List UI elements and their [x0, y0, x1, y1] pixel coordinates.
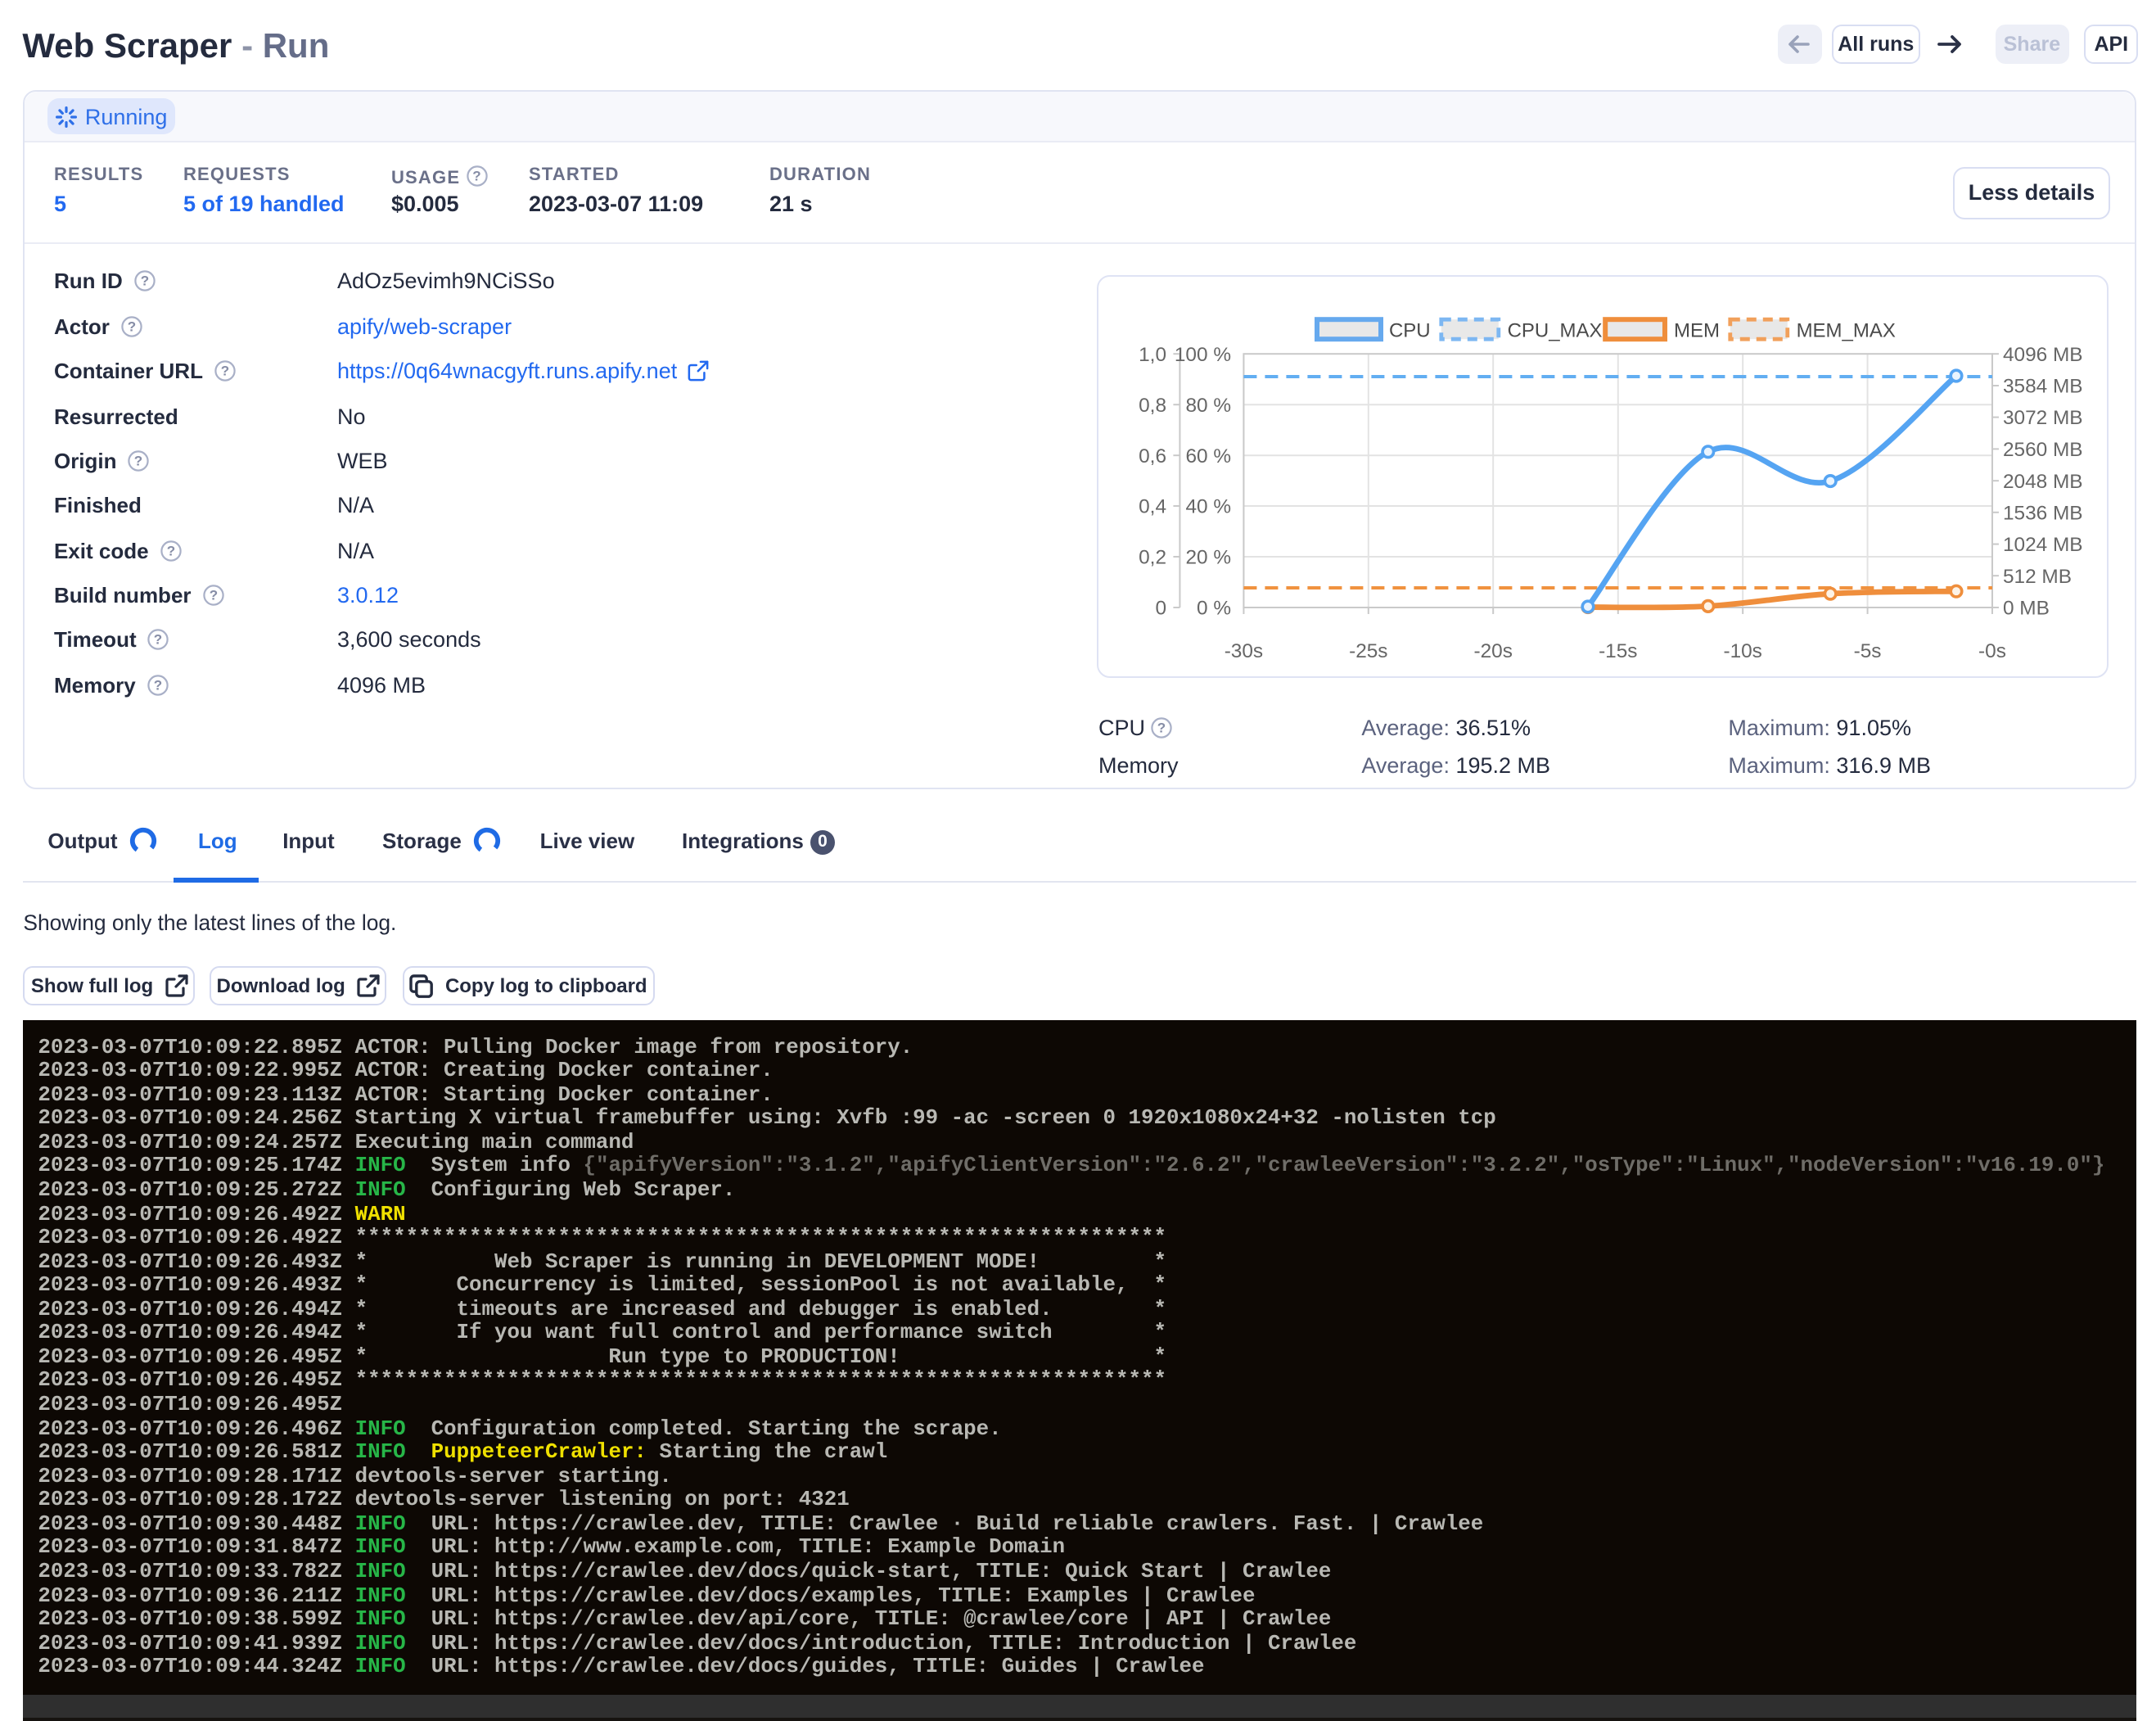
- svg-text:?: ?: [154, 632, 162, 648]
- svg-text:4096 MB: 4096 MB: [2003, 344, 2083, 366]
- svg-text:-25s: -25s: [1349, 641, 1387, 663]
- svg-text:-20s: -20s: [1473, 641, 1512, 663]
- svg-text:512 MB: 512 MB: [2003, 566, 2072, 588]
- svg-text:?: ?: [209, 588, 217, 603]
- svg-text:?: ?: [1157, 720, 1166, 736]
- svg-text:?: ?: [134, 453, 142, 468]
- svg-text:?: ?: [141, 274, 149, 290]
- svg-text:0 MB: 0 MB: [2003, 598, 2050, 620]
- svg-text:0,8: 0,8: [1139, 395, 1166, 417]
- svg-text:1536 MB: 1536 MB: [2003, 503, 2083, 525]
- svg-text:2048 MB: 2048 MB: [2003, 471, 2083, 493]
- svg-text:80 %: 80 %: [1185, 395, 1231, 417]
- svg-text:100 %: 100 %: [1175, 344, 1231, 366]
- svg-text:?: ?: [166, 543, 174, 558]
- svg-text:0,2: 0,2: [1139, 547, 1166, 569]
- svg-text:-10s: -10s: [1723, 641, 1761, 663]
- svg-text:-5s: -5s: [1854, 641, 1882, 663]
- svg-text:?: ?: [153, 677, 161, 693]
- svg-text:-30s: -30s: [1225, 641, 1263, 663]
- svg-text:MEM: MEM: [1674, 320, 1720, 342]
- svg-text:MEM_MAX: MEM_MAX: [1797, 320, 1896, 342]
- svg-text:-15s: -15s: [1599, 641, 1637, 663]
- svg-text:3584 MB: 3584 MB: [2003, 376, 2083, 398]
- svg-text:20 %: 20 %: [1185, 547, 1231, 569]
- svg-text:40 %: 40 %: [1185, 496, 1231, 518]
- svg-text:?: ?: [472, 169, 482, 184]
- svg-text:1024 MB: 1024 MB: [2003, 535, 2083, 557]
- svg-text:?: ?: [221, 364, 229, 379]
- svg-text:CPU: CPU: [1389, 320, 1431, 342]
- svg-text:60 %: 60 %: [1185, 445, 1231, 468]
- svg-text:0: 0: [1155, 598, 1166, 620]
- svg-text:2560 MB: 2560 MB: [2003, 440, 2083, 462]
- svg-text:-0s: -0s: [1978, 641, 2006, 663]
- svg-text:0,6: 0,6: [1139, 445, 1166, 468]
- svg-text:0 %: 0 %: [1197, 598, 1231, 620]
- svg-text:0,4: 0,4: [1139, 496, 1166, 518]
- svg-text:1,0: 1,0: [1139, 344, 1166, 366]
- svg-text:?: ?: [128, 318, 136, 334]
- svg-text:CPU_MAX: CPU_MAX: [1508, 320, 1603, 342]
- svg-text:3072 MB: 3072 MB: [2003, 408, 2083, 430]
